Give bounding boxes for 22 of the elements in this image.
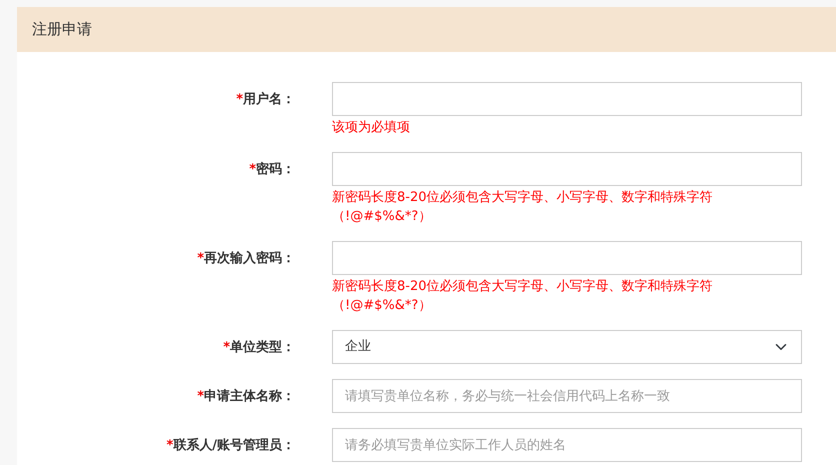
error-message: 新密码长度8-20位必须包含大写字母、小写字母、数字和特殊字符（!@#$%&*?） bbox=[332, 278, 714, 315]
input-field[interactable] bbox=[332, 152, 802, 186]
input-field[interactable]: 请填写贵单位名称，务必与统一社会信用代码上名称一致 bbox=[332, 379, 802, 413]
field-label: 申请主体名称： bbox=[204, 389, 295, 404]
error-message: 该项为必填项 bbox=[332, 119, 411, 137]
required-mark: * bbox=[197, 251, 204, 266]
required-mark: * bbox=[236, 92, 243, 107]
field-label: 用户名： bbox=[243, 92, 295, 107]
input-field[interactable] bbox=[332, 241, 802, 275]
field-label: 再次输入密码： bbox=[204, 251, 295, 266]
required-mark: * bbox=[249, 162, 256, 177]
error-message: 新密码长度8-20位必须包含大写字母、小写字母、数字和特殊字符（!@#$%&*?） bbox=[332, 189, 714, 226]
required-mark: * bbox=[197, 389, 204, 404]
field-label: 联系人/账号管理员： bbox=[173, 438, 295, 453]
panel-title: 注册申请 bbox=[32, 19, 92, 40]
required-mark: * bbox=[166, 438, 174, 453]
input-field[interactable]: 请务必填写贵单位实际工作人员的姓名 bbox=[332, 428, 802, 462]
field-label: 密码： bbox=[256, 162, 295, 177]
select-field[interactable]: 企业 bbox=[332, 330, 802, 364]
field-label: 单位类型： bbox=[230, 340, 295, 355]
required-mark: * bbox=[223, 340, 230, 355]
input-field[interactable] bbox=[332, 82, 802, 116]
